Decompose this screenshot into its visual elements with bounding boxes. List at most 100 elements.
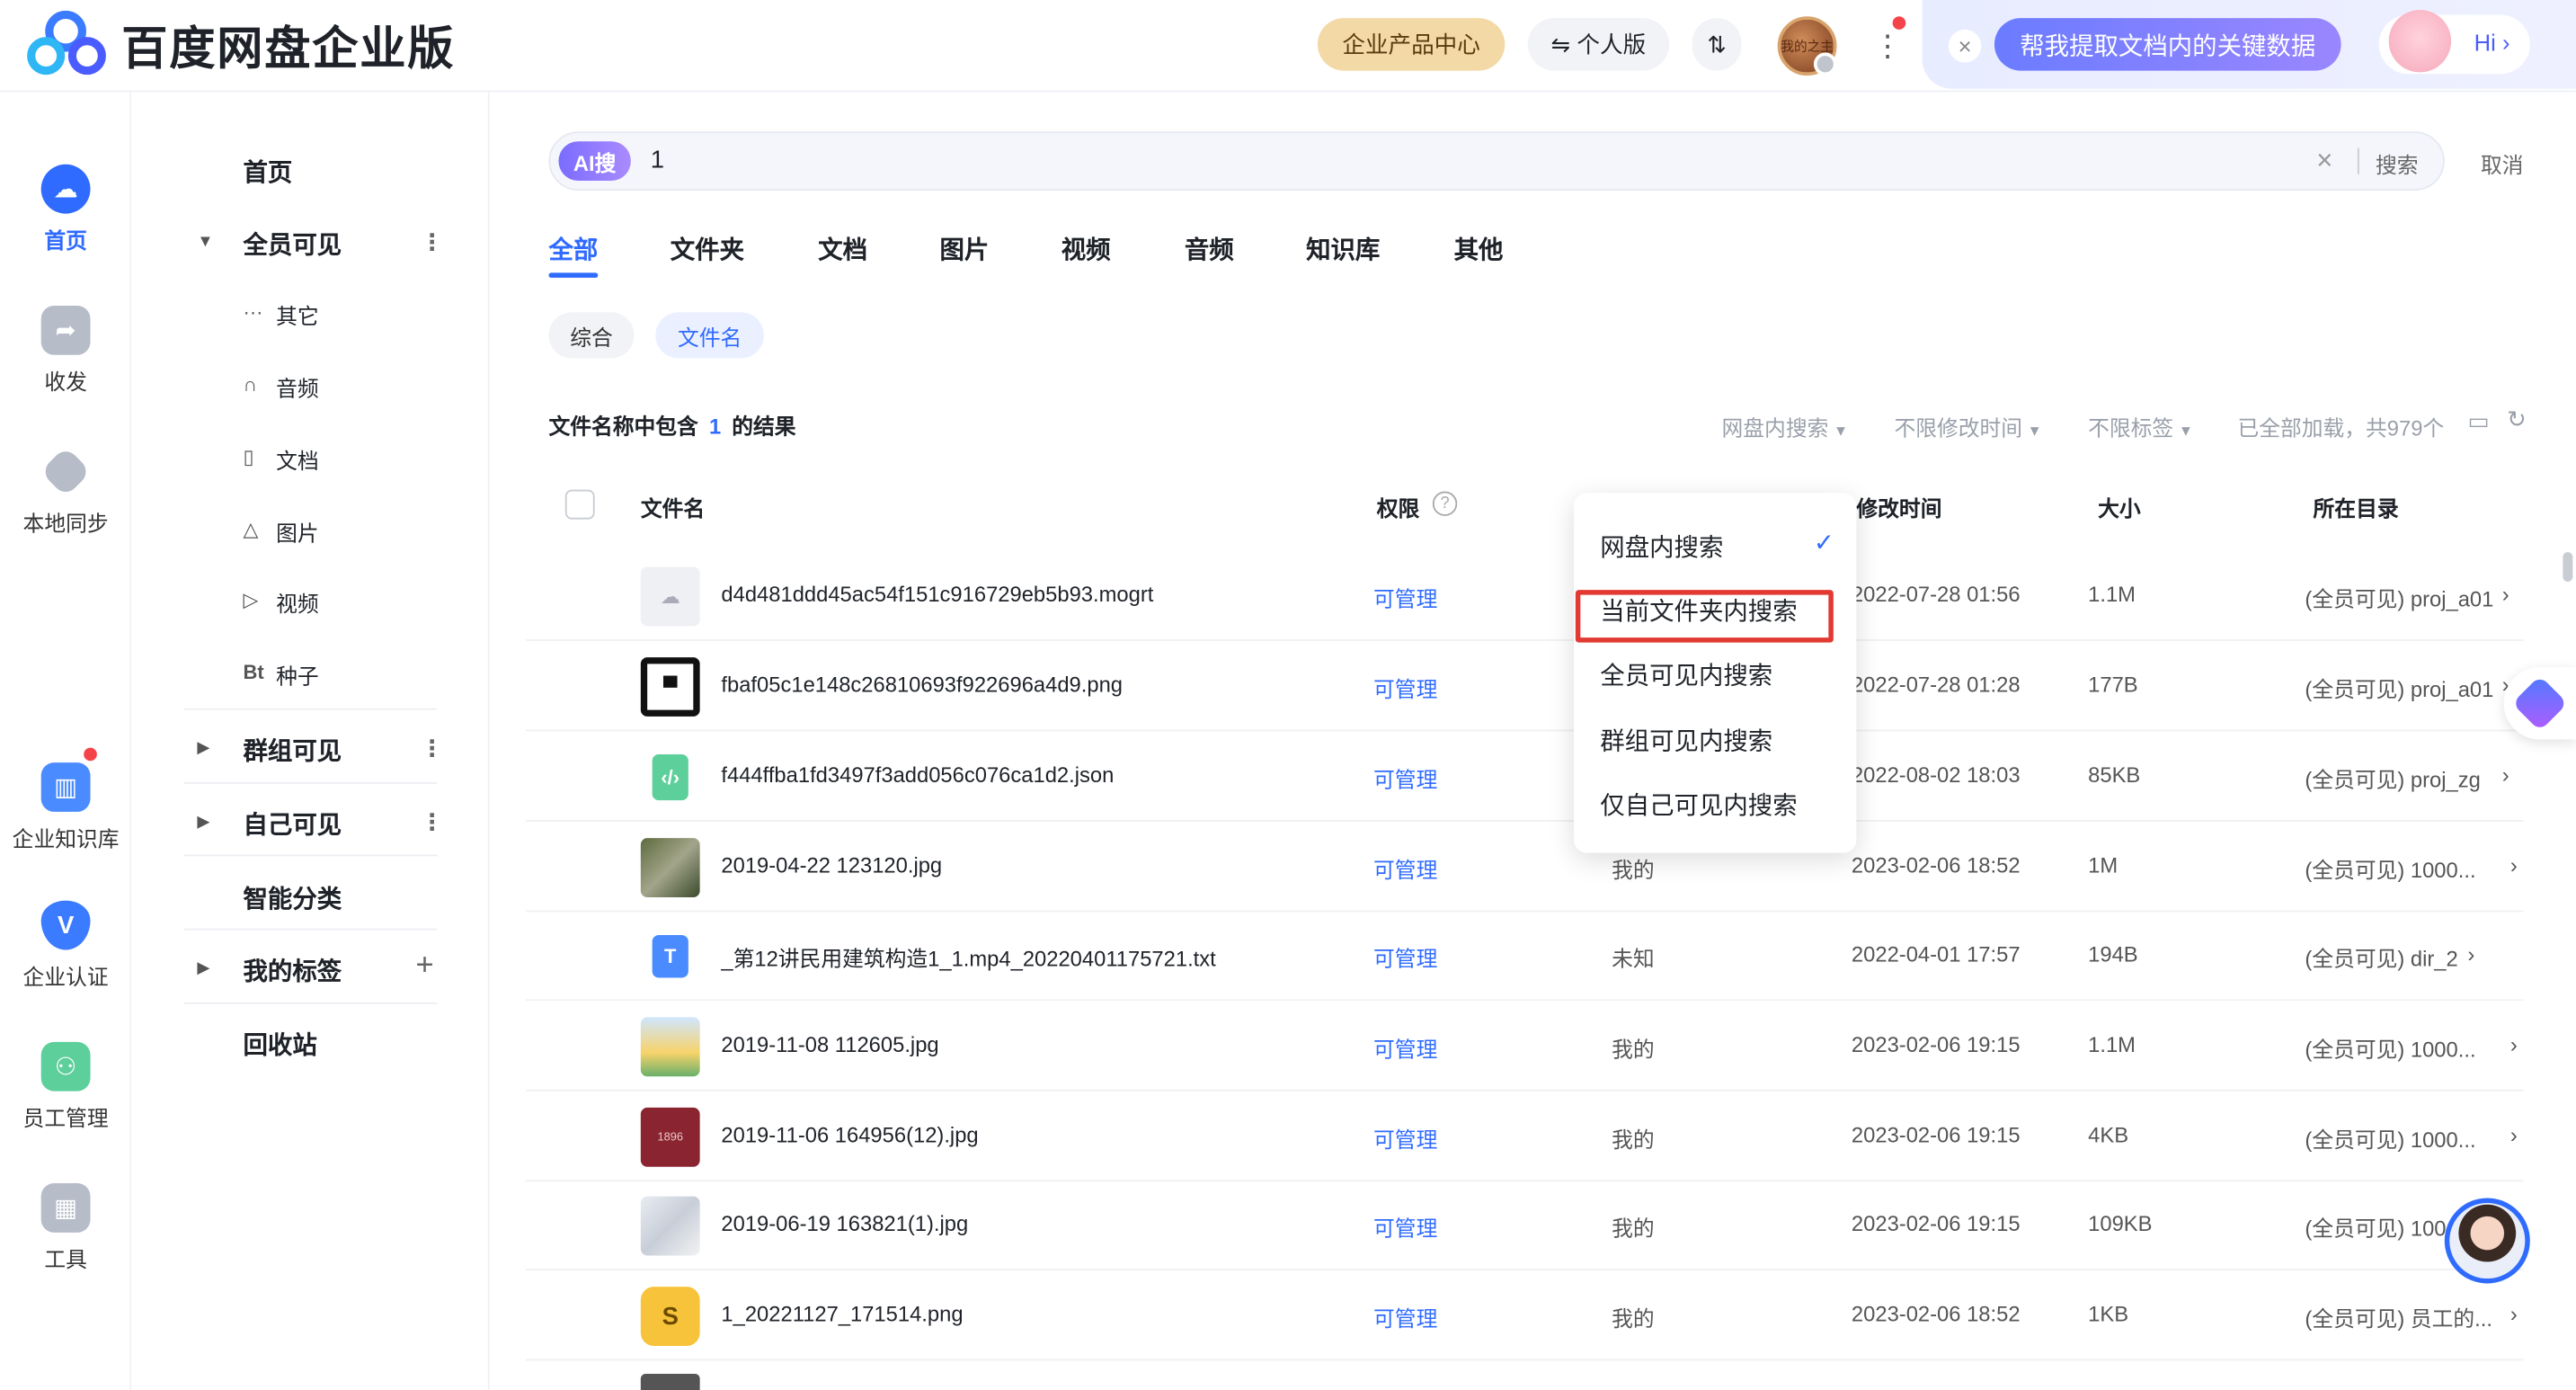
help-icon[interactable]: ?: [1432, 491, 1458, 516]
chevron-right-icon[interactable]: ›: [2510, 853, 2518, 878]
file-name[interactable]: _第12讲民用建筑构造1_1.mp4_20220401175721.txt: [721, 941, 1215, 973]
caret-right-icon[interactable]: ▶: [197, 814, 209, 832]
rail-item-tools[interactable]: ▦ 工具: [0, 1183, 131, 1274]
file-name[interactable]: 2019-04-22 123120.jpg: [721, 853, 942, 878]
table-row[interactable]: S 1_20221127_171514.png 可管理 我的 2023-02-0…: [525, 1270, 2524, 1361]
chip-overall[interactable]: 综合: [548, 312, 635, 359]
tab-all[interactable]: 全部: [548, 232, 598, 266]
permission[interactable]: 可管理: [1373, 1302, 1437, 1333]
tab-audio[interactable]: 音频: [1185, 232, 1234, 266]
permission[interactable]: 可管理: [1373, 582, 1437, 613]
rail-item-home[interactable]: ☁ 首页: [0, 164, 131, 255]
nav-all-visible[interactable]: 全员可见: [244, 227, 342, 261]
directory[interactable]: (全员可见) 100: [2305, 1211, 2446, 1243]
table-row[interactable]: T _第12讲民用建筑构造1_1.mp4_20220401175721.txt …: [525, 911, 2524, 1002]
refresh-icon[interactable]: ↻: [2507, 405, 2526, 433]
caret-right-icon[interactable]: ▶: [197, 740, 209, 758]
view-toggle-icon[interactable]: ▭: [2467, 407, 2489, 435]
nav-smart-category[interactable]: 智能分类: [244, 881, 342, 915]
directory[interactable]: (全员可见) proj_a01: [2305, 582, 2493, 613]
table-row[interactable]: 1896 2019-11-06 164956(12).jpg 可管理 我的 20…: [525, 1092, 2524, 1182]
column-size[interactable]: 大小: [2098, 492, 2141, 523]
directory[interactable]: (全员可见) 1000...: [2305, 1122, 2475, 1154]
close-icon[interactable]: ×: [1948, 29, 1982, 63]
chevron-right-icon[interactable]: ›: [2510, 1302, 2518, 1326]
add-tag-icon[interactable]: +: [415, 949, 433, 985]
kebab-icon[interactable]: ⋮: [421, 735, 444, 762]
support-avatar[interactable]: [2444, 1198, 2530, 1284]
rail-item-staff[interactable]: ⚇ 员工管理: [0, 1041, 131, 1133]
ai-search-badge[interactable]: AI搜: [558, 141, 631, 182]
table-row[interactable]: ‹/› f444ffba1fd3497f3add056c076ca1d2.jso…: [525, 731, 2524, 822]
rail-item-knowledge[interactable]: ▥ 企业知识库: [0, 762, 131, 853]
table-row[interactable]: 2019-11-08 112605.jpg 可管理 我的 2023-02-06 …: [525, 1001, 2524, 1092]
column-modified[interactable]: 修改时间: [1856, 492, 1941, 523]
nav-group-visible[interactable]: 群组可见: [244, 733, 342, 767]
directory[interactable]: (全员可见) proj_zg: [2305, 762, 2480, 794]
directory[interactable]: (全员可见) 1000...: [2305, 1032, 2475, 1064]
select-all-checkbox[interactable]: [564, 489, 595, 520]
time-filter[interactable]: 不限修改时间 ▼: [1894, 411, 2041, 442]
search-bar[interactable]: [548, 131, 2445, 192]
scrollbar-thumb[interactable]: [2563, 552, 2573, 583]
rail-item-share[interactable]: ➦ 收发: [0, 305, 131, 397]
dropdown-item-self-visible[interactable]: 仅自己可见内搜索: [1600, 788, 1797, 822]
caret-down-icon[interactable]: ▼: [197, 234, 213, 252]
kebab-icon[interactable]: ⋮: [421, 228, 444, 256]
nav-self-visible[interactable]: 自己可见: [244, 806, 342, 841]
tab-docs[interactable]: 文档: [818, 232, 867, 266]
dropdown-item-netdisk[interactable]: 网盘内搜索: [1600, 530, 1723, 564]
search-button[interactable]: 搜索: [2376, 148, 2419, 180]
clear-icon[interactable]: ×: [2316, 145, 2332, 178]
tab-other[interactable]: 其他: [1454, 232, 1504, 266]
rail-item-verify[interactable]: V 企业认证: [0, 900, 131, 992]
personal-edition-button[interactable]: ⇋ 个人版: [1527, 18, 1670, 71]
permission[interactable]: 可管理: [1373, 1211, 1437, 1243]
more-menu-icon[interactable]: ⋮: [1873, 23, 1903, 69]
file-name[interactable]: fbaf05c1e148c26810693f922696a4d9.png: [721, 673, 1123, 697]
table-row[interactable]: ▀ fbaf05c1e148c26810693f922696a4d9.png 可…: [525, 641, 2524, 732]
file-name[interactable]: f444ffba1fd3497f3add056c076ca1d2.json: [721, 762, 1114, 787]
tab-images[interactable]: 图片: [940, 232, 990, 266]
file-name[interactable]: 2019-11-08 112605.jpg: [721, 1032, 938, 1056]
rail-item-sync[interactable]: 本地同步: [0, 446, 131, 538]
dropdown-item-group-visible[interactable]: 群组可见内搜索: [1600, 723, 1772, 757]
ai-mascot-icon[interactable]: [2388, 9, 2452, 73]
permission[interactable]: 可管理: [1373, 762, 1437, 794]
nav-sub-video[interactable]: 视频: [276, 587, 319, 619]
caret-right-icon[interactable]: ▶: [197, 959, 209, 977]
search-input[interactable]: 1: [651, 147, 664, 174]
permission[interactable]: 可管理: [1373, 1122, 1437, 1154]
cancel-button[interactable]: 取消: [2481, 148, 2524, 180]
directory[interactable]: (全员可见) proj_a01: [2305, 673, 2493, 704]
column-name[interactable]: 文件名: [641, 492, 705, 523]
scope-filter[interactable]: 网盘内搜索 ▼: [1722, 411, 1849, 442]
permission[interactable]: 可管理: [1373, 853, 1437, 885]
chevron-right-icon[interactable]: ›: [2510, 1122, 2518, 1146]
table-row[interactable]: ☁ d4d481ddd45ac54f151c916729eb5b93.mogrt…: [525, 550, 2524, 641]
nav-sub-other[interactable]: 其它: [276, 299, 319, 331]
chevron-right-icon[interactable]: ›: [2510, 1032, 2518, 1056]
nav-recycle-bin[interactable]: 回收站: [244, 1027, 317, 1061]
enterprise-products-button[interactable]: 企业产品中心: [1317, 18, 1506, 71]
permission[interactable]: 可管理: [1373, 941, 1437, 973]
nav-sub-audio[interactable]: 音频: [276, 371, 319, 403]
table-row[interactable]: 2019-06-19 163821(1).jpg 可管理 我的 2023-02-…: [525, 1180, 2524, 1270]
directory[interactable]: (全员可见) 1000...: [2305, 853, 2475, 885]
directory[interactable]: (全员可见) 员工的...: [2305, 1302, 2492, 1333]
chip-filename[interactable]: 文件名: [655, 312, 764, 359]
baidu-netdisk-logo-icon[interactable]: [26, 10, 108, 79]
table-row[interactable]: 2019-04-22 123120.jpg 可管理 我的 2023-02-06 …: [525, 822, 2524, 913]
file-name[interactable]: 1_20221127_171514.png: [721, 1302, 963, 1326]
transfer-list-button[interactable]: ⇅: [1692, 18, 1742, 71]
file-name[interactable]: 2019-11-06 164956(12).jpg: [721, 1122, 978, 1146]
chevron-right-icon[interactable]: ›: [2502, 762, 2509, 787]
ai-suggestion-button[interactable]: 帮我提取文档内的关键数据: [1994, 18, 2341, 71]
chevron-right-icon[interactable]: ›: [2502, 582, 2509, 606]
tag-filter[interactable]: 不限标签 ▼: [2088, 411, 2193, 442]
file-name[interactable]: d4d481ddd45ac54f151c916729eb5b93.mogrt: [721, 582, 1153, 606]
nav-sub-docs[interactable]: 文档: [276, 444, 319, 476]
tab-knowledge[interactable]: 知识库: [1306, 232, 1380, 266]
chevron-right-icon[interactable]: ›: [2467, 941, 2474, 966]
nav-sub-images[interactable]: 图片: [276, 516, 319, 548]
